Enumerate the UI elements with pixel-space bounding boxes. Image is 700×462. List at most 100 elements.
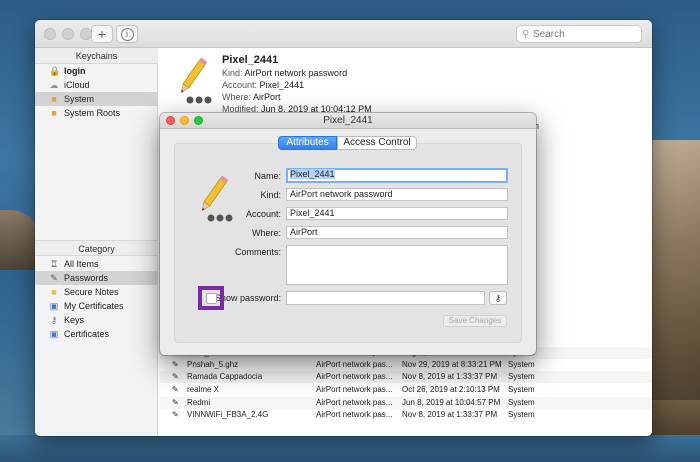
close-window-button[interactable] [44,28,56,40]
tab-attributes[interactable]: Attributes [278,136,337,150]
key-icon: ⚷ [50,315,58,325]
account-label: Account: [245,209,281,219]
minimize-window-button[interactable] [62,28,74,40]
row-name: Pnshah_5.ghz [187,360,239,369]
search-icon: ⚲ [522,29,530,40]
info-icon: i [120,28,134,41]
pencil-icon: ✎ [172,398,179,407]
window-titlebar: + i ⚲ [35,20,652,48]
row-kind: AirPort network pas... [316,385,393,394]
where-field[interactable]: AirPort [286,226,508,239]
desktop-sea [0,435,700,462]
detail-where: Where: AirPort [222,92,281,102]
pencil-icon: ✎ [172,410,179,419]
sidebar-item-label: Keys [64,315,85,325]
kind-label: Kind: [260,190,281,200]
table-row[interactable]: ✎ Pnshah_5.ghz AirPort network pas... No… [160,359,652,371]
add-item-button[interactable]: + [91,25,113,43]
lock-icon: 🔒 [49,66,61,76]
pencil-icon: ✎ [50,273,58,283]
popup-title: Pixel_2441 [323,115,373,126]
name-field-value: Pixel_2441 [290,169,335,179]
sidebar-item-label: System Roots [64,108,121,118]
sidebar-item-icloud[interactable]: ☁ iCloud [35,78,158,92]
comments-field[interactable] [286,245,508,285]
row-name: Redmi [187,398,211,407]
row-date: Jun 8, 2019 at 10:04:57 PM [402,398,501,407]
detail-where-label: Where: [222,92,252,102]
kind-field[interactable]: AirPort network password [286,188,508,201]
sidebar-item-label: Secure Notes [64,287,119,297]
zoom-window-button[interactable] [194,116,203,125]
sidebar-item-certificates[interactable]: ▣ Certificates [35,327,158,341]
row-name: VINNWiFi_FB3A_2.4G [187,410,269,419]
sidebar-item-label: System [64,94,95,104]
sidebar-item-passwords[interactable]: ✎ Passwords [35,271,158,285]
name-field[interactable]: Pixel_2441 [286,168,508,183]
pencil-icon: ✎ [172,385,179,394]
all-items-icon: ♖ [49,259,59,269]
sidebar-item-my-certificates[interactable]: ▣ My Certificates [35,299,158,313]
keychains-header: Keychains [35,48,158,64]
row-date: Nov 29, 2019 at 8:33:21 PM [402,360,502,369]
row-name: realme X [187,385,220,394]
note-icon: ■ [51,287,57,297]
row-keychain: System [508,385,535,394]
show-password-highlight [198,286,224,310]
sidebar-item-secure-notes[interactable]: ■ Secure Notes [35,285,158,299]
cloud-icon: ☁ [49,80,59,90]
row-date: Nov 8, 2019 at 1:33:37 PM [402,372,498,381]
minimize-window-button[interactable] [180,116,189,125]
detail-account: Account: Pixel_2441 [222,80,304,90]
detail-kind-value: AirPort network password [244,68,348,78]
popup-titlebar: Pixel_2441 [160,113,536,129]
get-info-button[interactable]: i [116,25,138,43]
table-row[interactable]: ✎ Redmi AirPort network pas... Jun 8, 20… [160,397,652,409]
tab-access-control[interactable]: Access Control [337,136,417,150]
table-row[interactable]: ✎ Ramada Cappadocia AirPort network pas.… [160,371,652,383]
row-keychain: System [508,410,535,419]
key-icon: ⚷ [494,293,502,303]
sidebar-item-login[interactable]: 🔒 login [35,64,158,78]
folder-icon: ■ [51,94,57,104]
search-input[interactable] [533,27,639,41]
certificate-icon: ▣ [49,329,59,339]
password-field[interactable] [286,291,485,305]
row-date: Nov 8, 2019 at 1:33:37 PM [402,410,498,419]
table-row[interactable]: ✎ VINNWiFi_FB3A_2.4G AirPort network pas… [160,409,652,421]
sidebar-item-system-roots[interactable]: ■ System Roots [35,106,158,120]
item-detail-header: Pixel_2441 Kind: AirPort network passwor… [158,48,652,114]
sidebar-item-label: All Items [64,259,99,269]
detail-kind-label: Kind: [222,68,243,78]
detail-kind: Kind: AirPort network password [222,68,347,78]
name-label: Name: [254,171,281,181]
search-field[interactable]: ⚲ [516,25,642,43]
row-name: Ramada Cappadocia [187,372,263,381]
pencil-icon: ✎ [172,372,179,381]
row-keychain: System [508,360,535,369]
row-kind: AirPort network pas... [316,398,393,407]
plus-icon: + [97,26,107,42]
detail-account-value: Pixel_2441 [259,80,305,90]
attributes-panel: Name: Pixel_2441 Kind: AirPort network p… [174,143,522,343]
pencil-icon: ✎ [172,360,179,369]
desktop-rock-left [0,210,40,270]
sidebar-item-label: login [64,66,86,76]
certificate-icon: ▣ [49,301,59,311]
save-changes-button[interactable]: Save Changes [443,315,507,327]
detail-where-value: AirPort [253,92,281,102]
row-kind: AirPort network pas... [316,410,393,419]
close-window-button[interactable] [166,116,175,125]
row-keychain: System [508,372,535,381]
sidebar-item-all-items[interactable]: ♖ All Items [35,257,158,271]
sidebar-item-keys[interactable]: ⚷ Keys [35,313,158,327]
detail-account-label: Account: [222,80,258,90]
row-date: Oct 26, 2019 at 2:10:13 PM [402,385,500,394]
folder-icon: ■ [51,108,57,118]
row-kind: AirPort network pas... [316,360,393,369]
row-kind: AirPort network pas... [316,372,393,381]
sidebar-item-system[interactable]: ■ System [35,92,158,106]
account-field[interactable]: Pixel_2441 [286,207,508,220]
table-row[interactable]: ✎ realme X AirPort network pas... Oct 26… [160,384,652,396]
password-assistant-button[interactable]: ⚷ [489,291,507,305]
